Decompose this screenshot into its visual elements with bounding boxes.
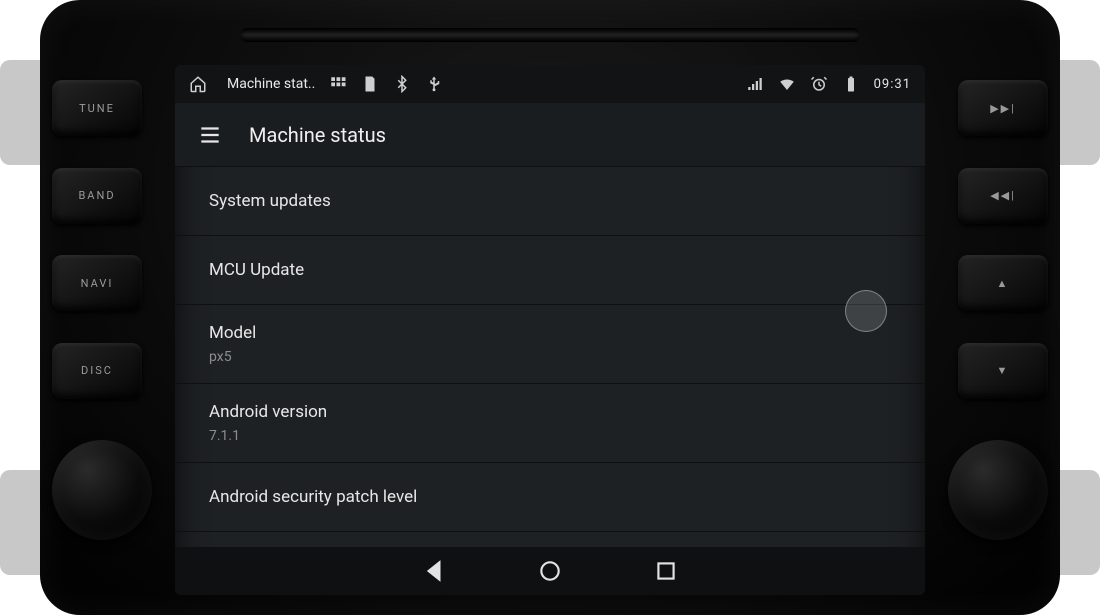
hw-button-navi[interactable]: NAVI: [52, 255, 142, 311]
disc-slot[interactable]: [240, 28, 860, 42]
settings-list[interactable]: System updates MCU Update Model px5 Andr…: [175, 167, 925, 547]
row-label: Android version: [209, 402, 891, 422]
recents-icon[interactable]: [653, 558, 679, 584]
hw-knob-select[interactable]: [948, 440, 1048, 540]
settings-header: Machine status: [175, 103, 925, 167]
hw-button-prev[interactable]: ◀◀|: [958, 168, 1048, 224]
row-sub: 7.1.1: [209, 428, 891, 444]
row-sub: px5: [209, 349, 891, 365]
status-bar: Machine stat..: [175, 65, 925, 103]
android-screen: Machine stat..: [175, 65, 925, 595]
signal-icon: [746, 75, 764, 93]
row-label: MCU Update: [209, 260, 891, 280]
row-label: Model: [209, 323, 891, 343]
hw-button-tune[interactable]: TUNE: [52, 80, 142, 136]
row-system-updates[interactable]: System updates: [175, 167, 925, 236]
hw-button-next[interactable]: ▶▶|: [958, 80, 1048, 136]
sd-icon: [361, 75, 379, 93]
usb-icon: [425, 75, 443, 93]
hw-button-down[interactable]: ▼: [958, 343, 1048, 399]
row-label: Android security patch level: [209, 487, 891, 507]
row-security-patch[interactable]: Android security patch level: [175, 463, 925, 532]
hw-button-up[interactable]: ▲: [958, 255, 1048, 311]
statusbar-clock: 09:31: [874, 77, 911, 92]
hardware-buttons-left: TUNE BAND NAVI DISC: [52, 80, 162, 540]
hw-knob-power[interactable]: [52, 440, 152, 540]
touch-indicator-icon: [845, 290, 887, 332]
bluetooth-icon: [393, 75, 411, 93]
row-label: System updates: [209, 191, 891, 211]
statusbar-title: Machine stat..: [227, 76, 315, 92]
page-title: Machine status: [249, 123, 386, 147]
row-model[interactable]: Model px5: [175, 305, 925, 384]
android-navbar: [175, 547, 925, 595]
head-unit-bezel: TUNE BAND NAVI DISC ▶▶| ◀◀| ▲ ▼ Machine …: [40, 0, 1060, 615]
hamburger-icon[interactable]: [197, 122, 223, 148]
row-mcu-update[interactable]: MCU Update: [175, 236, 925, 305]
home-icon[interactable]: [189, 75, 207, 93]
apps-icon: [329, 75, 347, 93]
back-icon[interactable]: [421, 558, 447, 584]
circle-home-icon[interactable]: [537, 558, 563, 584]
alarm-icon: [810, 75, 828, 93]
hw-button-band[interactable]: BAND: [52, 168, 142, 224]
row-android-version[interactable]: Android version 7.1.1: [175, 384, 925, 463]
product-photo-canvas: TUNE BAND NAVI DISC ▶▶| ◀◀| ▲ ▼ Machine …: [0, 0, 1100, 615]
hardware-buttons-right: ▶▶| ◀◀| ▲ ▼: [938, 80, 1048, 540]
hw-button-disc[interactable]: DISC: [52, 343, 142, 399]
wifi-icon: [778, 75, 796, 93]
battery-icon: [842, 75, 860, 93]
